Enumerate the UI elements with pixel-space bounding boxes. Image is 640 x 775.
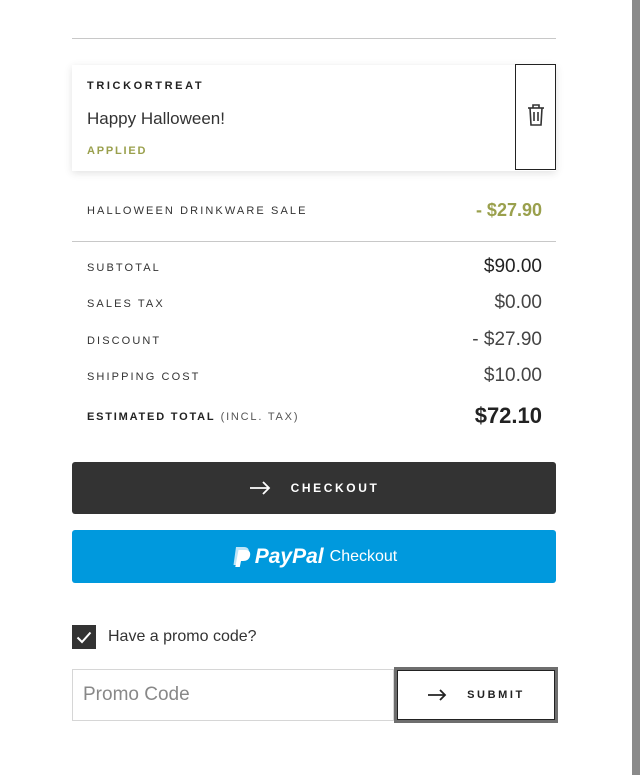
sales-tax-label: SALES TAX — [87, 298, 165, 310]
trash-icon — [526, 102, 546, 133]
estimated-total-row: ESTIMATED TOTAL (INCL. TAX) $72.10 — [72, 403, 556, 433]
checkout-button[interactable]: CHECKOUT — [72, 462, 556, 514]
scrollbar-track[interactable] — [632, 0, 640, 775]
sales-tax-value: $0.00 — [494, 292, 542, 313]
submit-label: SUBMIT — [467, 689, 525, 701]
promo-toggle-label: Have a promo code? — [108, 628, 257, 645]
promotion-amount: - $27.90 — [475, 200, 542, 220]
shipping-row: SHIPPING COST $10.00 — [72, 363, 556, 393]
paypal-brand: PayPal — [254, 544, 324, 568]
discount-row: DISCOUNT - $27.90 — [72, 327, 556, 357]
shipping-value: $10.00 — [483, 365, 542, 386]
shipping-label: SHIPPING COST — [87, 371, 201, 383]
top-divider — [72, 38, 556, 39]
discount-label: DISCOUNT — [87, 335, 162, 347]
estimated-total-value: $72.10 — [474, 403, 542, 428]
subtotal-row: SUBTOTAL $90.00 — [72, 254, 556, 284]
remove-coupon-button[interactable] — [515, 64, 556, 170]
checkout-label: CHECKOUT — [290, 481, 380, 495]
paypal-logo-icon — [231, 546, 251, 568]
subtotal-label: SUBTOTAL — [87, 262, 161, 274]
coupon-code: TRICKORTREAT — [87, 80, 205, 92]
promo-code-input[interactable] — [72, 669, 394, 721]
promo-submit-button[interactable]: SUBMIT — [394, 667, 558, 723]
arrow-right-icon — [249, 481, 271, 495]
estimated-total-label: ESTIMATED TOTAL — [87, 411, 216, 423]
subtotal-value: $90.00 — [483, 256, 542, 277]
estimated-total-suffix: (INCL. TAX) — [220, 411, 300, 423]
promo-checkbox[interactable] — [72, 625, 96, 649]
paypal-label: Checkout — [329, 547, 398, 565]
coupon-description: Happy Halloween! — [87, 109, 225, 128]
checkmark-icon — [76, 631, 92, 643]
promotion-label: HALLOWEEN DRINKWARE SALE — [87, 205, 308, 217]
promotion-line: HALLOWEEN DRINKWARE SALE - $27.90 — [72, 196, 556, 226]
coupon-status-badge: APPLIED — [87, 145, 148, 157]
discount-value: - $27.90 — [472, 329, 542, 350]
paypal-checkout-button[interactable]: PayPal Checkout — [72, 530, 556, 583]
promo-code-toggle[interactable]: Have a promo code? — [72, 624, 257, 650]
arrow-right-icon — [427, 689, 447, 701]
estimated-total-label-group: ESTIMATED TOTAL (INCL. TAX) — [87, 411, 299, 423]
summary-divider — [72, 241, 556, 242]
cart-summary-panel: TRICKORTREAT Happy Halloween! APPLIED HA… — [0, 0, 640, 775]
sales-tax-row: SALES TAX $0.00 — [72, 290, 556, 320]
applied-coupon-card: TRICKORTREAT Happy Halloween! APPLIED — [72, 64, 556, 171]
